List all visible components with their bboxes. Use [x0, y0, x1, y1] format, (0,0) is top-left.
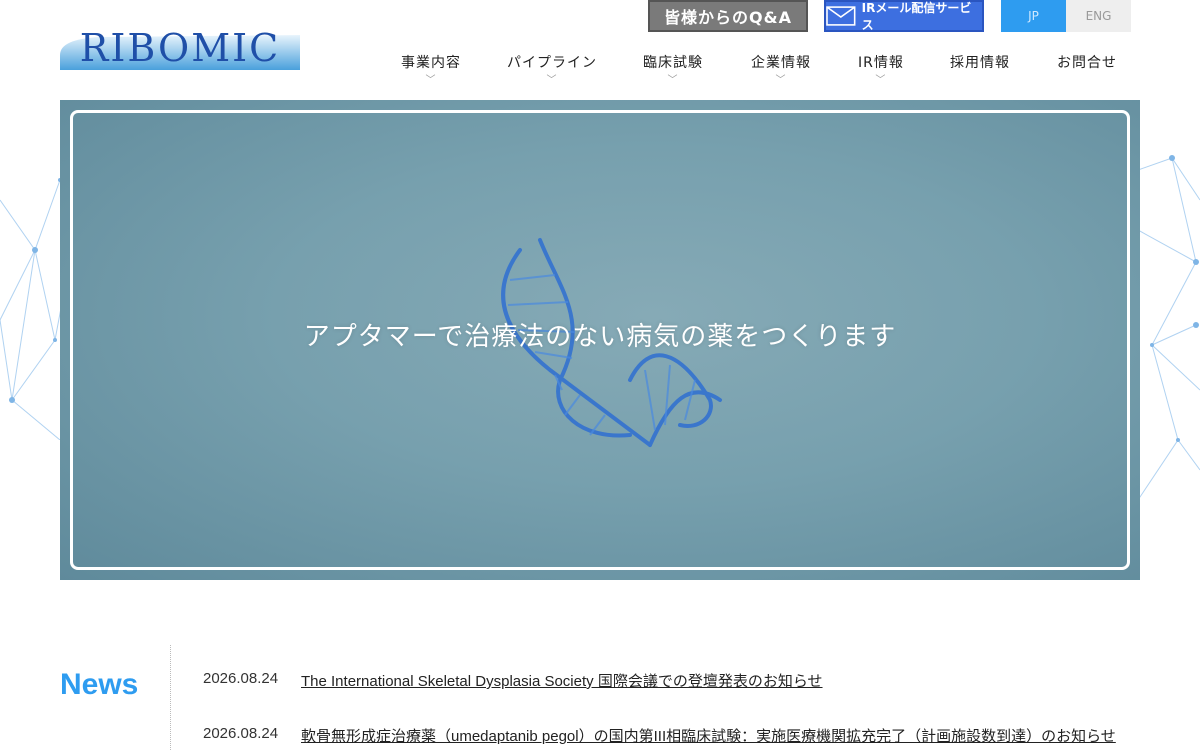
qa-button[interactable]: 皆様からのQ&A — [648, 0, 808, 32]
nav-item-label: 事業内容 — [401, 55, 461, 71]
qa-button-label: 皆様からのQ&A — [664, 8, 792, 27]
nav-item-pipeline[interactable]: パイプライン ﹀ — [507, 52, 597, 88]
news-link[interactable]: 軟骨無形成症治療薬（umedaptanib pegol）の国内第III相臨床試験… — [301, 725, 1116, 746]
nav-item-ir[interactable]: IR情報 ﹀ — [858, 52, 904, 88]
chevron-down-icon: ﹀ — [667, 75, 679, 86]
news-divider — [170, 645, 171, 750]
network-decoration-right — [1138, 155, 1200, 501]
lang-eng-button[interactable]: ENG — [1066, 0, 1131, 32]
nav-item-recruit[interactable]: 採用情報 — [950, 52, 1010, 72]
chevron-down-icon: ﹀ — [546, 75, 558, 86]
chevron-down-icon: ﹀ — [875, 75, 887, 86]
nav-item-contact[interactable]: お問合せ — [1057, 52, 1117, 72]
chevron-down-icon: ﹀ — [425, 75, 437, 86]
news-link[interactable]: The International Skeletal Dysplasia Soc… — [301, 670, 823, 691]
nav-item-label: 採用情報 — [950, 55, 1010, 71]
chevron-down-icon: ﹀ — [775, 75, 787, 86]
ribomic-logo[interactable]: RIBOMIC — [60, 25, 300, 70]
ir-mail-button[interactable]: IRメール配信サービス — [824, 0, 984, 32]
nav-item-company[interactable]: 企業情報 ﹀ — [751, 52, 811, 88]
hero-banner: アプタマーで治療法のない病気の薬をつくります — [60, 100, 1140, 580]
main-nav: 事業内容 ﹀ パイプライン ﹀ 臨床試験 ﹀ 企業情報 ﹀ IR情報 ﹀ 採用情… — [380, 52, 1140, 92]
news-date: 2026.08.24 — [203, 725, 279, 742]
mail-icon — [826, 6, 856, 26]
nav-item-label: パイプライン — [507, 55, 597, 71]
nav-item-label: 企業情報 — [751, 55, 811, 71]
nav-item-label: IR情報 — [858, 55, 904, 71]
lang-jp-button[interactable]: JP — [1001, 0, 1066, 32]
nav-item-clinical-trials[interactable]: 臨床試験 ﹀ — [643, 52, 703, 88]
nav-item-business[interactable]: 事業内容 ﹀ — [401, 52, 461, 88]
news-heading: News — [60, 668, 139, 701]
news-date: 2026.08.24 — [203, 670, 279, 687]
logo-graphic: RIBOMIC — [60, 26, 300, 70]
ir-mail-button-label: IRメール配信サービス — [861, 1, 972, 32]
nav-item-label: 臨床試験 — [643, 55, 703, 71]
hero-tagline: アプタマーで治療法のない病気の薬をつくります — [303, 322, 897, 352]
nav-item-label: お問合せ — [1057, 55, 1117, 71]
svg-text:RIBOMIC: RIBOMIC — [80, 26, 280, 70]
